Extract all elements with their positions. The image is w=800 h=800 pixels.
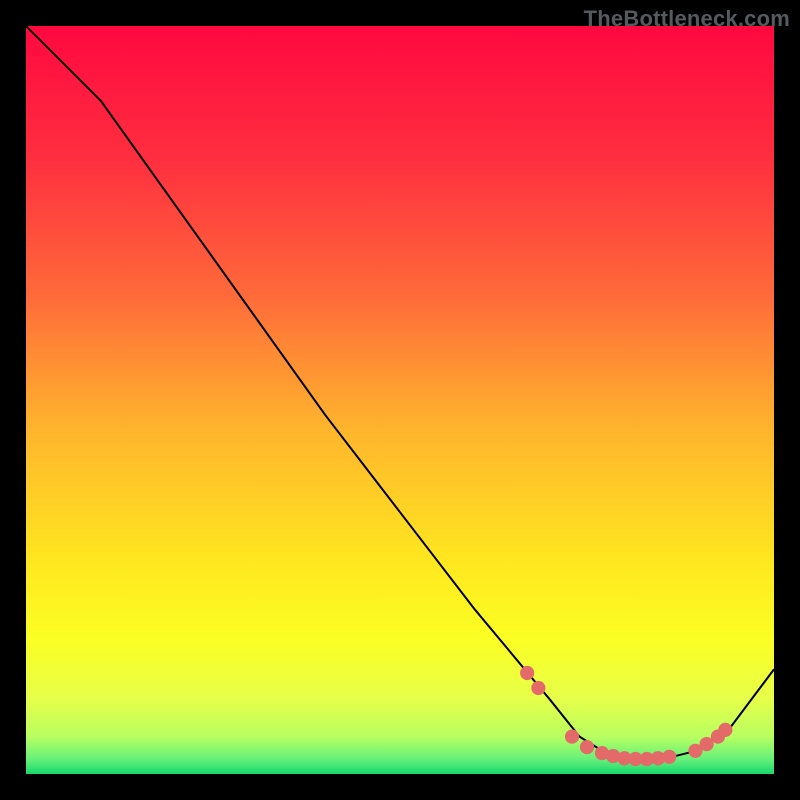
data-marker: [565, 729, 579, 743]
data-marker: [662, 750, 676, 764]
data-marker: [520, 666, 534, 680]
bottleneck-chart: [26, 26, 774, 774]
data-marker: [580, 740, 594, 754]
data-marker: [718, 723, 732, 737]
watermark-text: TheBottleneck.com: [584, 6, 790, 32]
gradient-plot-area: [26, 26, 774, 774]
data-marker: [531, 681, 545, 695]
